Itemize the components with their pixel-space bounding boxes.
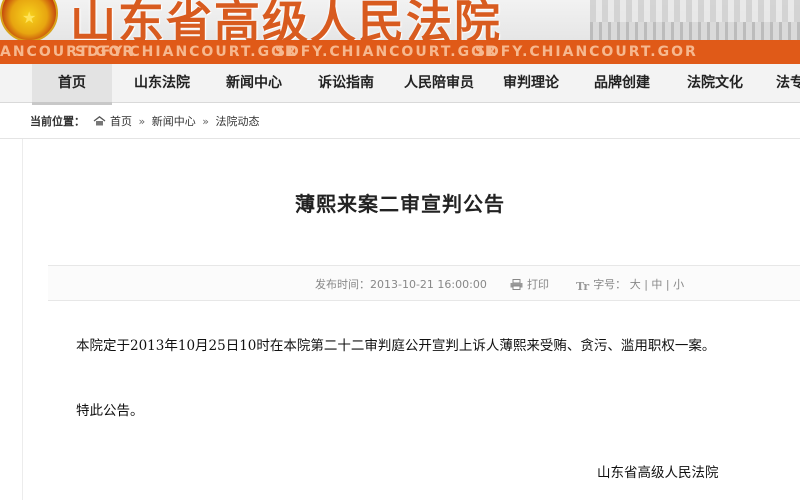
article-body-line: 本院定于2013年10月25日10时在本院第二十二审判庭公开宣判上诉人薄熙来受贿… (76, 338, 716, 354)
font-size-icon: Tr (576, 280, 590, 293)
breadcrumb-home-link[interactable]: 首页 (110, 115, 132, 128)
nav-item-news-center[interactable]: 新闻中心 (226, 64, 282, 102)
home-icon (93, 116, 105, 126)
nav-item-litigation-guide[interactable]: 诉讼指南 (318, 64, 374, 102)
publish-label: 发布时间： (315, 278, 370, 291)
court-building-image (590, 0, 800, 40)
breadcrumb-separator: » (202, 115, 209, 128)
nav-item-court-culture[interactable]: 法院文化 (687, 64, 743, 102)
publish-time: 发布时间：2013-10-21 16:00:00 (315, 276, 487, 292)
url-text: SDFY.CHIANCOURT.GOR (275, 44, 498, 60)
nav-item-people-jurors[interactable]: 人民陪审员 (404, 64, 474, 102)
print-label: 打印 (527, 278, 549, 291)
url-strip: ANCOURT.GORSDFY.CHIANCOURT.GORSDFY.CHIAN… (0, 40, 800, 64)
url-text: SDFY.CHIANCOURT.GOR (75, 44, 298, 60)
nav-item-home[interactable]: 首页 (32, 64, 112, 105)
url-text: ANCOURT.GOR (0, 44, 136, 60)
breadcrumb-prefix: 当前位置： (30, 115, 85, 128)
nav-item-shandong-courts[interactable]: 山东法院 (134, 64, 190, 102)
nav-item-trial-theory[interactable]: 审判理论 (503, 64, 559, 102)
nav-item-more[interactable]: 法专 (776, 64, 800, 102)
font-size-small[interactable]: 小 (673, 278, 684, 291)
article-body-line: 特此公告。 (76, 403, 144, 419)
printer-icon (510, 279, 523, 290)
font-size-label: 字号： (593, 278, 627, 291)
publish-time-value: 2013-10-21 16:00:00 (370, 278, 487, 291)
article-signature: 山东省高级人民法院 (597, 465, 719, 481)
breadcrumb: 当前位置： 首页 » 新闻中心 » 法院动态 (30, 113, 259, 129)
font-size-divider: | (644, 278, 648, 291)
print-button[interactable]: 打印 (510, 276, 549, 292)
font-size-control: Tr 字号： 大 | 中 | 小 (576, 276, 684, 293)
breadcrumb-separator: » (138, 115, 146, 128)
national-emblem-icon: ★ (0, 0, 58, 40)
url-text: SDFY.CHIANCOURT.GOR (475, 44, 698, 60)
main-nav: 首页 山东法院 新闻中心 诉讼指南 人民陪审员 审判理论 品牌创建 法院文化 法… (0, 64, 800, 105)
breadcrumb-news-link[interactable]: 新闻中心 (152, 115, 196, 128)
header-banner: ★ 山东省高级人民法院 (0, 0, 800, 40)
font-size-divider: | (665, 278, 670, 291)
breadcrumb-court-news-link[interactable]: 法院动态 (215, 115, 259, 128)
font-size-large[interactable]: 大 (630, 278, 641, 291)
article-title: 薄熙来案二审宣判公告 (295, 192, 505, 216)
site-title[interactable]: 山东省高级人民法院 (70, 0, 502, 40)
font-size-medium[interactable]: 中 (651, 278, 662, 291)
nav-item-brand-building[interactable]: 品牌创建 (594, 64, 650, 102)
article-meta-bar: 发布时间：2013-10-21 16:00:00 打印 Tr 字号： 大 | 中 … (48, 265, 800, 301)
divider (0, 138, 800, 139)
